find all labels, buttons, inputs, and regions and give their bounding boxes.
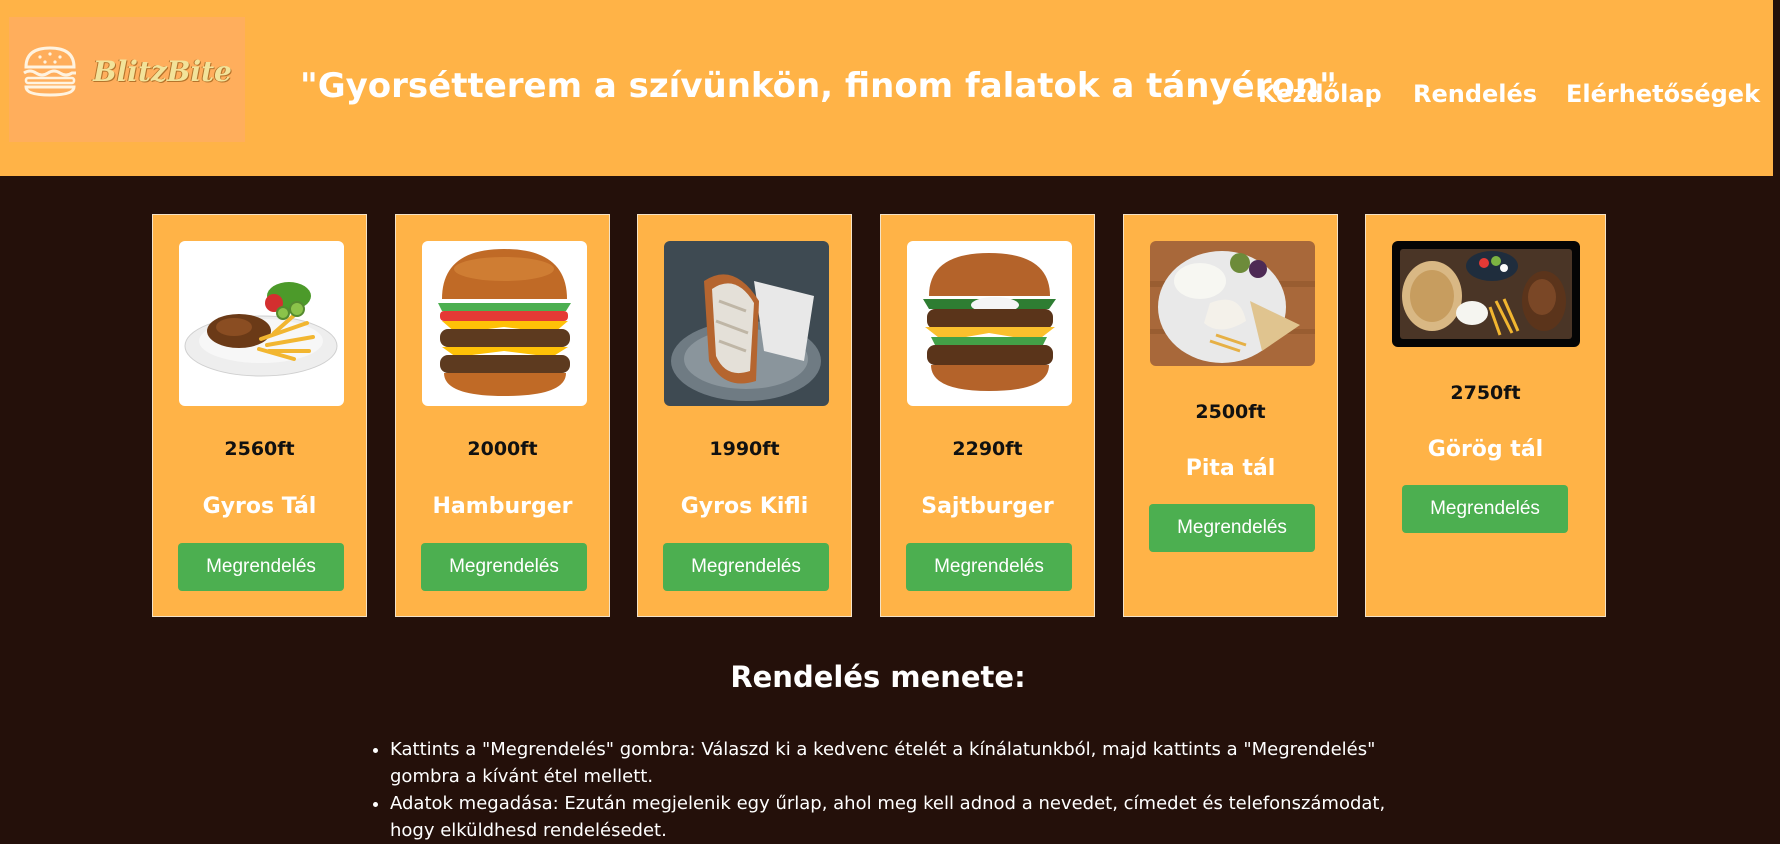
food-image [1150,241,1315,366]
order-button[interactable]: Megrendelés [421,543,587,591]
item-name: Gyros Tál [202,494,317,519]
menu-card-sajtburger: 2290ft Sajtburger Megrendelés [880,214,1095,617]
menu-card-gyros-kifli: 1990ft Gyros Kifli Megrendelés [637,214,852,617]
item-price: 2500ft [1195,401,1266,423]
nav-home[interactable]: Kezdőlap [1258,80,1382,108]
food-image [179,241,344,406]
item-price: 2000ft [467,438,538,460]
menu-card-pita-tal: 2500ft Pita tál Megrendelés [1123,214,1338,617]
menu-card-hamburger: 2000ft Hamburger Megrendelés [395,214,610,617]
logo[interactable]: BlitzBite [9,17,245,142]
menu-card-gyros-tal: 2560ft Gyros Tál Megrendelés [152,214,367,617]
item-price: 2750ft [1450,382,1521,404]
order-button[interactable]: Megrendelés [906,543,1072,591]
food-image [422,241,587,406]
food-image [907,241,1072,406]
order-steps-list: Kattints a "Megrendelés" gombra: Válaszd… [368,736,1390,844]
slogan: "Gyorsétterem a szívünkön, finom falatok… [300,66,1337,106]
burger-logo-icon [23,46,76,97]
item-name: Görög tál [1427,437,1544,462]
order-button[interactable]: Megrendelés [663,543,829,591]
item-name: Sajtburger [921,494,1054,519]
food-image [664,241,829,406]
nav-contact[interactable]: Elérhetőségek [1566,80,1760,108]
item-price: 2560ft [224,438,295,460]
order-step: Kattints a "Megrendelés" gombra: Válaszd… [390,736,1390,790]
item-name: Pita tál [1185,456,1276,481]
item-price: 1990ft [709,438,780,460]
order-button[interactable]: Megrendelés [178,543,344,591]
site-header: BlitzBite "Gyorsétterem a szívünkön, fin… [0,0,1773,176]
order-step: Adatok megadása: Ezután megjelenik egy ű… [390,790,1390,844]
menu-card-gorog-tal: 2750ft Görög tál Megrendelés [1365,214,1606,617]
item-name: Hamburger [432,494,573,519]
order-button[interactable]: Megrendelés [1402,485,1568,533]
item-name: Gyros Kifli [680,494,809,519]
item-price: 2290ft [952,438,1023,460]
nav-order[interactable]: Rendelés [1413,80,1537,108]
order-process-title: Rendelés menete: [730,660,1026,694]
food-image [1392,241,1580,347]
order-button[interactable]: Megrendelés [1149,504,1315,552]
logo-text: BlitzBite [93,55,232,88]
